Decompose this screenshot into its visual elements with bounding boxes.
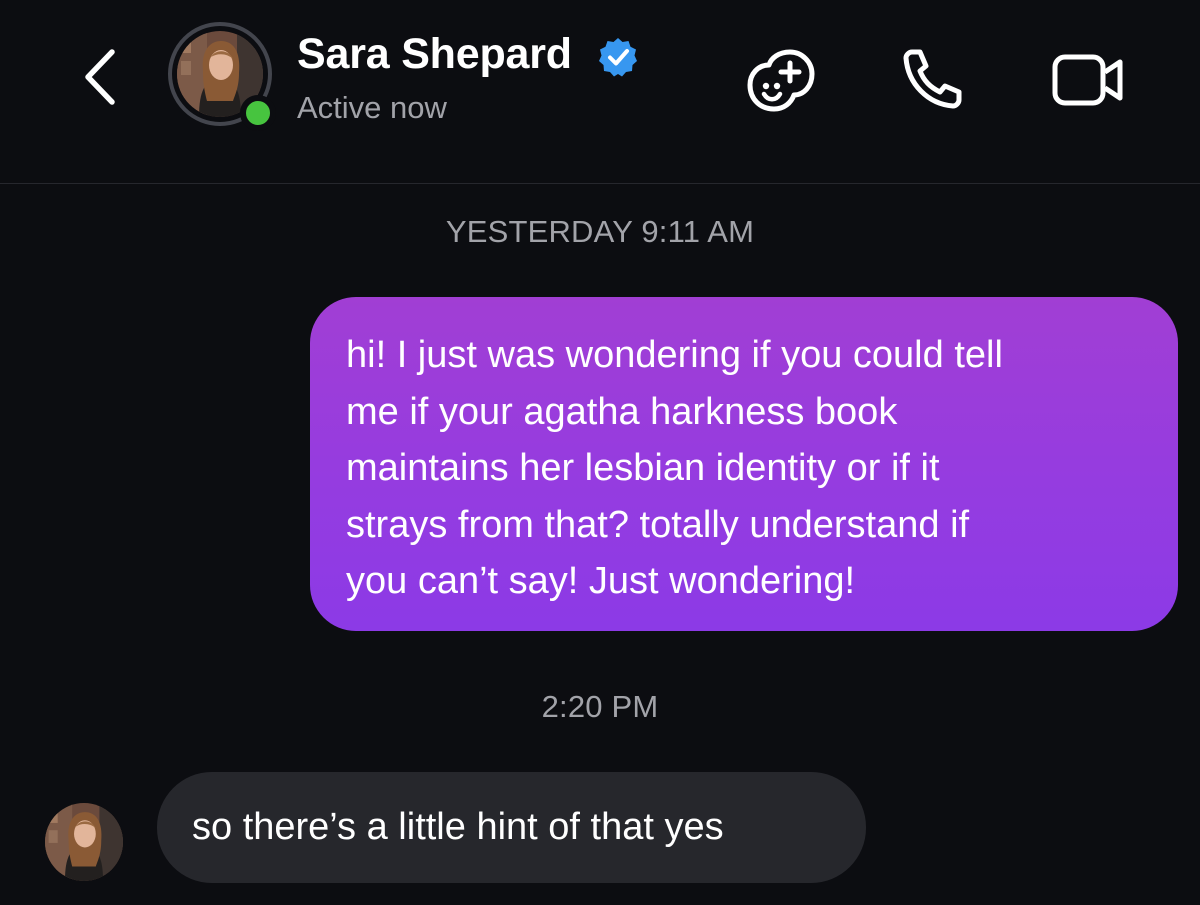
verified-badge-icon [597,36,639,78]
back-button[interactable] [74,42,134,112]
sender-avatar[interactable] [45,803,123,881]
chevron-left-icon [85,49,115,105]
chat-screen: Sara Shepard Active now YESTERDAY 9:11 A… [0,0,1200,905]
video-call-button[interactable] [1050,52,1126,108]
video-camera-icon [1052,54,1123,106]
games-icon [747,49,815,112]
outgoing-message-bubble[interactable]: hi! I just was wondering if you could te… [310,297,1178,631]
contact-name[interactable]: Sara Shepard [297,30,572,79]
incoming-message-bubble[interactable]: so there’s a little hint of that yes [157,772,866,883]
active-status: Active now [297,90,447,125]
phone-icon [903,49,962,109]
message-timestamp: 2:20 PM [541,689,659,724]
message-text-line: maintains her lesbian identity or if it [346,447,940,489]
chat-header: Sara Shepard Active now [0,0,1200,184]
online-status-dot [240,95,276,131]
message-text-line: strays from that? totally understand if [346,503,970,546]
games-button[interactable] [744,45,818,115]
message-timestamp: YESTERDAY 9:11 AM [445,214,755,249]
message-text-line: me if your agatha harkness book [346,390,898,433]
voice-call-button[interactable] [898,46,968,110]
message-text-line: hi! I just was wondering if you could te… [346,334,1003,376]
message-text-line: you can’t say! Just wondering! [346,560,856,602]
